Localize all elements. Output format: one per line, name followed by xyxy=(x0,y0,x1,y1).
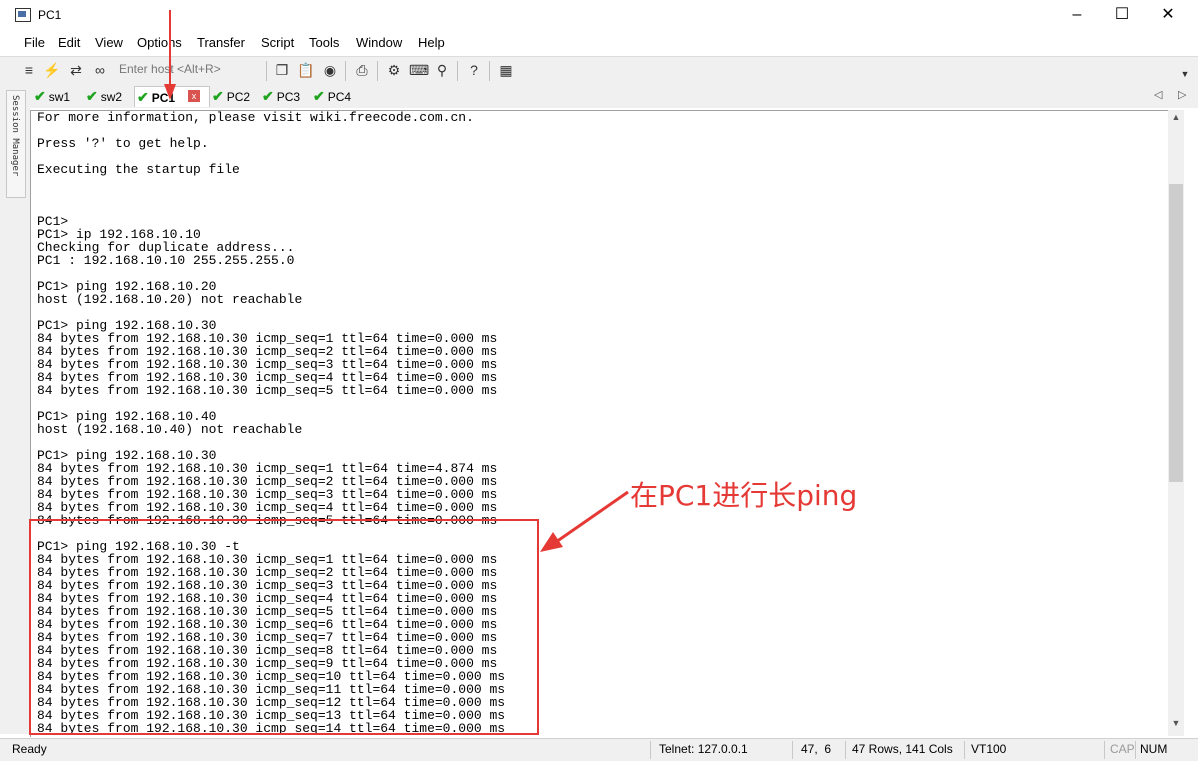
status-bar: Ready Telnet: 127.0.0.1 47, 6 47 Rows, 1… xyxy=(0,738,1198,761)
check-icon: ✔ xyxy=(262,88,274,104)
app-icon xyxy=(15,8,31,22)
annotation-text: 在PC1进行长ping xyxy=(630,479,858,512)
menu-tools[interactable]: Tools xyxy=(309,35,339,50)
check-icon: ✔ xyxy=(212,88,224,104)
tab-pc3[interactable]: ✔ PC3 xyxy=(260,86,308,106)
menu-view[interactable]: View xyxy=(95,35,123,50)
key-icon[interactable]: ⚲ xyxy=(433,61,451,79)
scrollbar-thumb[interactable] xyxy=(1169,184,1183,482)
toolbar-separator xyxy=(377,61,378,81)
menu-script[interactable]: Script xyxy=(261,35,294,50)
tab-label: PC2 xyxy=(226,90,251,104)
status-separator xyxy=(792,741,793,759)
tab-bar: ✔ sw1 ✔ sw2 ✔ PC1 x ✔ PC2 ✔ PC3 ✔ PC4 ◁ ▷ xyxy=(30,84,1198,108)
tab-sw1[interactable]: ✔ sw1 xyxy=(32,86,80,106)
copy-icon[interactable]: ❐ xyxy=(273,61,291,79)
paste-icon[interactable]: 📋 xyxy=(297,61,315,79)
vertical-scrollbar[interactable]: ▲ ▼ xyxy=(1168,110,1184,736)
tab-pc4[interactable]: ✔ PC4 xyxy=(311,86,359,106)
tab-label: PC4 xyxy=(327,90,352,104)
tab-close-icon[interactable]: x xyxy=(188,90,200,102)
toolbar-separator xyxy=(457,61,458,81)
tab-sw2[interactable]: ✔ sw2 xyxy=(84,86,132,106)
menu-help[interactable]: Help xyxy=(418,35,445,50)
toolbar-dropdown-icon[interactable]: ▼ xyxy=(1176,65,1194,83)
session-options-icon[interactable]: ▦ xyxy=(497,61,515,79)
status-connection: Telnet: 127.0.0.1 xyxy=(659,742,748,756)
status-cap: CAP xyxy=(1110,742,1135,756)
status-size: 47 Rows, 141 Cols xyxy=(852,742,953,756)
reconnect-icon[interactable]: ⇄ xyxy=(67,61,85,79)
disconnect-icon[interactable]: ∞ xyxy=(91,61,109,79)
terminal-line: host (192.168.10.40) not reachable xyxy=(37,422,303,437)
status-separator xyxy=(650,741,651,759)
check-icon: ✔ xyxy=(313,88,325,104)
check-icon: ✔ xyxy=(34,88,46,104)
menu-window[interactable]: Window xyxy=(356,35,402,50)
status-separator xyxy=(845,741,846,759)
status-num: NUM xyxy=(1140,742,1168,756)
title-bar: PC1 – ☐ ✕ xyxy=(0,0,1198,32)
toolbar-separator xyxy=(489,61,490,81)
menu-file[interactable]: File xyxy=(24,35,45,50)
scroll-up-icon[interactable]: ▲ xyxy=(1170,112,1182,126)
terminal-line: Executing the startup file xyxy=(37,162,240,177)
gear-icon[interactable]: ⚙ xyxy=(385,61,403,79)
maximize-button[interactable]: ☐ xyxy=(1099,2,1145,30)
help-icon[interactable]: ? xyxy=(465,61,483,79)
toolbar-separator xyxy=(345,61,346,81)
check-icon: ✔ xyxy=(86,88,98,104)
status-separator xyxy=(964,741,965,759)
connect-bar-icon[interactable]: ≡ xyxy=(20,61,38,79)
status-cursor: 47, 6 xyxy=(801,742,832,756)
terminal-line: 84 bytes from 192.168.10.30 icmp_seq=5 t… xyxy=(37,383,498,398)
status-separator xyxy=(1104,741,1105,759)
check-icon: ✔ xyxy=(137,89,149,105)
terminal-line: Press '?' to get help. xyxy=(37,136,209,151)
tab-label: PC1 xyxy=(151,91,176,105)
terminal-line: For more information, please visit wiki.… xyxy=(37,110,474,125)
scroll-down-icon[interactable]: ▼ xyxy=(1170,718,1182,732)
lightning-icon[interactable]: ⚡ xyxy=(43,61,61,79)
keymap-icon[interactable]: ⌨ xyxy=(409,61,429,79)
menu-transfer[interactable]: Transfer xyxy=(197,35,245,50)
menu-edit[interactable]: Edit xyxy=(58,35,80,50)
find-icon[interactable]: ◉ xyxy=(321,61,339,79)
tab-label: PC3 xyxy=(276,90,301,104)
session-manager-tab[interactable]: Session Manager xyxy=(6,90,26,198)
host-input[interactable] xyxy=(116,59,268,79)
terminal-line: PC1 : 192.168.10.10 255.255.255.0 xyxy=(37,253,295,268)
minimize-button[interactable]: – xyxy=(1054,2,1100,30)
session-manager-label: Session Manager xyxy=(10,95,20,177)
menu-options[interactable]: Options xyxy=(137,35,182,50)
tab-pc2[interactable]: ✔ PC2 xyxy=(210,86,258,106)
tab-label: sw2 xyxy=(100,90,123,104)
annotation-highlight-box xyxy=(29,519,539,735)
status-terminal-type: VT100 xyxy=(971,742,1007,756)
status-ready: Ready xyxy=(12,742,47,756)
window-title: PC1 xyxy=(38,8,62,22)
tab-scroll-right-icon[interactable]: ▷ xyxy=(1178,88,1186,101)
toolbar-separator xyxy=(266,61,267,81)
close-button[interactable]: ✕ xyxy=(1145,2,1191,30)
terminal-line: host (192.168.10.20) not reachable xyxy=(37,292,303,307)
menu-bar: File Edit View Options Transfer Script T… xyxy=(0,32,1198,54)
status-separator xyxy=(1135,741,1136,759)
tab-label: sw1 xyxy=(48,90,71,104)
print-icon[interactable]: ⎙ xyxy=(353,61,371,79)
tab-scroll-left-icon[interactable]: ◁ xyxy=(1154,88,1162,101)
toolbar: ≡ ⚡ ⇄ ∞ ❐ 📋 ◉ ⎙ ⚙ ⌨ ⚲ ? ▦ ▼ xyxy=(0,56,1198,85)
